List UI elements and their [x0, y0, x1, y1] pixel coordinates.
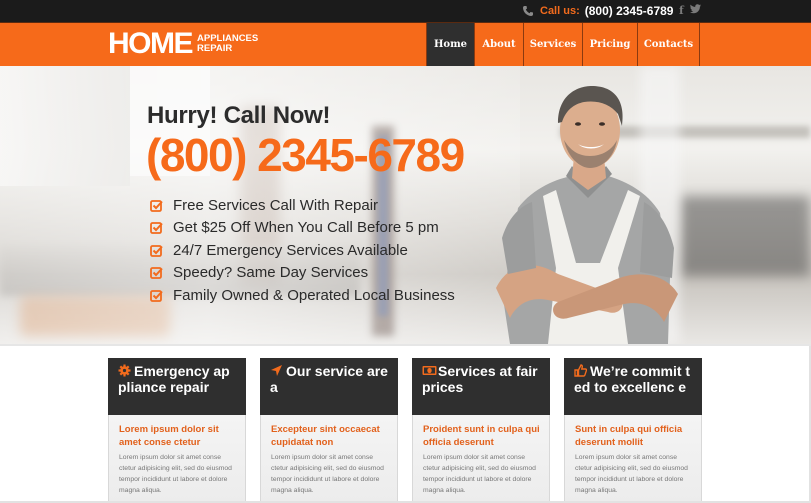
logo-home-text: HOME	[108, 27, 194, 60]
feature-text: Speedy? Same Day Services	[173, 264, 369, 282]
repairman-photo	[496, 86, 678, 344]
hero-phone-number[interactable]: (800) 2345-6789	[146, 129, 465, 181]
contact-info: Call us: (800) 2345-6789	[522, 3, 673, 19]
feature-text: Free Services Call With Repair	[173, 196, 379, 214]
card-subtitle[interactable]: Excepteur sint occaecat cupidatat non	[271, 424, 388, 449]
top-bar: Call us: (800) 2345-6789 f	[0, 0, 811, 22]
card-body: Lorem ipsum dolor sit amet conse ctetur …	[108, 415, 246, 503]
checkbox-checked-icon	[150, 244, 163, 257]
card-header: We’re commit ted to excellenc e	[564, 358, 702, 415]
features-section: Emergency appliance repair Lorem ipsum d…	[0, 344, 811, 503]
site-header: HOME APPLIANCES REPAIR Home About Servic…	[0, 22, 811, 66]
repairman-sleeve	[502, 202, 536, 274]
facebook-icon[interactable]: f	[679, 4, 684, 17]
thumbs-up-icon	[574, 364, 588, 377]
card-body: Excepteur sint occaecat cupidatat non Lo…	[260, 415, 398, 503]
card-title: We’re commit ted to excellenc e	[574, 363, 691, 395]
gear-icon	[118, 364, 131, 377]
card-subtitle[interactable]: Proident sunt in culpa qui officia deser…	[423, 424, 540, 449]
card-subtitle[interactable]: Sunt in culpa qui officia deserunt molli…	[575, 424, 692, 449]
hero-bg-oven	[680, 196, 810, 276]
card-header: Our service area	[260, 358, 398, 415]
checkbox-checked-icon	[150, 289, 163, 302]
location-arrow-icon	[270, 364, 283, 377]
card-text: Lorem ipsum dolor sit amet conse ctetur …	[423, 454, 536, 494]
phone-icon	[522, 5, 534, 17]
checkbox-checked-icon	[150, 199, 163, 212]
checkbox-checked-icon	[150, 221, 163, 235]
feature-item: 24/7 Emergency Services Available	[150, 239, 455, 262]
card-subtitle[interactable]: Lorem ipsum dolor sit amet conse ctetur	[119, 424, 236, 449]
card-text: Lorem ipsum dolor sit amet conse ctetur …	[271, 454, 384, 494]
main-nav: Home About Services Pricing Contacts	[426, 23, 700, 66]
call-us-number[interactable]: (800) 2345-6789	[585, 4, 674, 18]
logo-subtitle: APPLIANCES REPAIR	[197, 34, 258, 54]
repairman-eye	[599, 122, 605, 126]
card-header: Services at fair prices	[412, 358, 550, 415]
card-text: Lorem ipsum dolor sit amet conse ctetur …	[119, 454, 232, 494]
card-title: Emergency appliance repair	[118, 363, 230, 395]
card-title: Our service area	[270, 363, 388, 395]
feature-card[interactable]: Our service area Excepteur sint occaecat…	[260, 358, 398, 503]
card-header: Emergency appliance repair	[108, 358, 246, 415]
nav-item-about[interactable]: About	[475, 23, 524, 66]
card-body: Proident sunt in culpa qui officia deser…	[412, 415, 550, 503]
call-us-label: Call us:	[540, 5, 580, 17]
feature-item: Get $25 Off When You Call Before 5 pm	[150, 217, 455, 240]
nav-item-pricing[interactable]: Pricing	[583, 23, 638, 66]
nav-item-home[interactable]: Home	[427, 23, 475, 66]
nav-item-services[interactable]: Services	[524, 23, 583, 66]
hero-feature-list: Free Services Call With Repair Get $25 O…	[150, 194, 455, 307]
checkbox-checked-icon	[150, 266, 163, 280]
feature-item: Speedy? Same Day Services	[150, 262, 455, 285]
repairman-eye	[575, 122, 581, 126]
feature-text: Get $25 Off When You Call Before 5 pm	[173, 219, 439, 237]
card-title: Services at fair prices	[422, 363, 538, 395]
site-logo[interactable]: HOME APPLIANCES REPAIR	[108, 29, 258, 59]
card-body: Sunt in culpa qui officia deserunt molli…	[564, 415, 702, 503]
money-icon	[422, 364, 437, 377]
logo-subtitle-line2: REPAIR	[197, 43, 233, 54]
twitter-icon[interactable]	[690, 4, 701, 17]
nav-item-contacts[interactable]: Contacts	[638, 23, 700, 66]
feature-card[interactable]: We’re commit ted to excellenc e Sunt in …	[564, 358, 702, 503]
feature-card[interactable]: Services at fair prices Proident sunt in…	[412, 358, 550, 503]
card-text: Lorem ipsum dolor sit amet conse ctetur …	[575, 454, 688, 494]
feature-text: Family Owned & Operated Local Business	[173, 286, 455, 304]
feature-text: 24/7 Emergency Services Available	[173, 241, 408, 259]
feature-item: Free Services Call With Repair	[150, 194, 455, 217]
hero-banner: Hurry! Call Now! (800) 2345-6789 Free Se…	[0, 66, 811, 344]
repairman-sleeve	[640, 202, 674, 278]
hero-headline: Hurry! Call Now!	[147, 102, 331, 129]
feature-item: Family Owned & Operated Local Business	[150, 284, 455, 307]
feature-card[interactable]: Emergency appliance repair Lorem ipsum d…	[108, 358, 246, 503]
